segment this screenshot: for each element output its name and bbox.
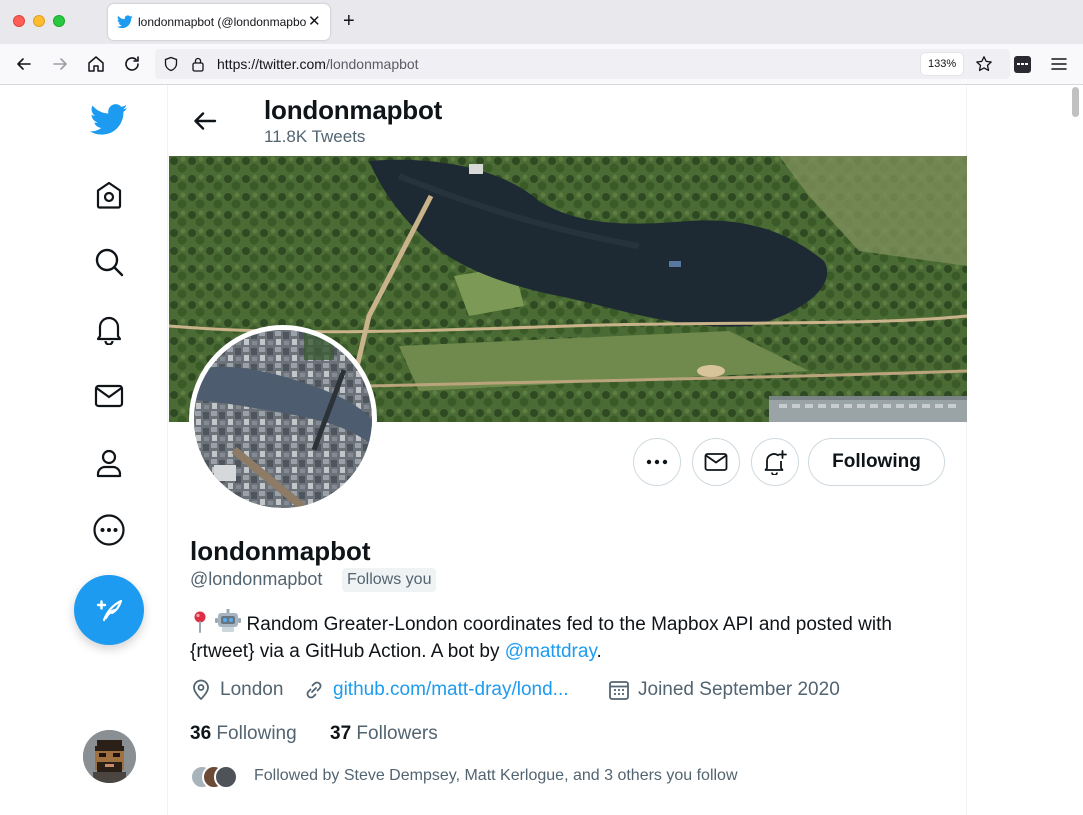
followed-by-text: Followed by Steve Dempsey, Matt Kerlogue… (254, 767, 738, 784)
bio-end: . (596, 641, 602, 662)
following-button[interactable]: Following (808, 438, 945, 486)
profile-icon (96, 449, 122, 478)
twitter-logo-icon (90, 104, 128, 135)
reload-icon[interactable] (122, 54, 142, 74)
nav-notifications[interactable] (88, 308, 130, 350)
url-path: /londonmapbot (325, 56, 419, 72)
page-scrollbar[interactable] (1068, 85, 1083, 815)
header-tweet-count: 11.8K Tweets (264, 127, 366, 146)
window-close-button[interactable] (13, 15, 25, 27)
following-count: 36 (190, 723, 212, 744)
location-text: London (220, 679, 284, 700)
more-horizontal-icon (646, 459, 668, 465)
lock-icon[interactable] (191, 56, 205, 72)
home-icon (96, 181, 122, 209)
tab-close-icon[interactable]: ✕ (308, 12, 321, 30)
shield-icon[interactable] (163, 56, 179, 72)
twitter-logo-link[interactable] (88, 99, 130, 141)
location-item: London (190, 679, 283, 701)
nav-home[interactable] (88, 174, 130, 216)
profile-display-name: londonmapbot (190, 536, 371, 566)
notification-add-icon (764, 450, 787, 475)
message-button[interactable] (692, 438, 740, 486)
robot-icon (215, 609, 242, 632)
forward-icon[interactable] (50, 54, 70, 74)
back-icon[interactable] (14, 54, 34, 74)
url-bar[interactable]: https://twitter.com/londonmapbot 133% (155, 49, 1010, 79)
home-browser-icon[interactable] (86, 54, 106, 74)
compose-tweet-icon (96, 599, 123, 622)
nav-explore[interactable] (88, 241, 130, 283)
followers-label: Followers (356, 723, 438, 744)
joined-text: Joined September 2020 (638, 679, 840, 700)
bio-mention-link[interactable]: @mattdray (505, 641, 597, 662)
location-icon (193, 679, 209, 700)
url-host: https://twitter.com (217, 56, 326, 72)
messages-icon (94, 384, 124, 408)
twitter-favicon-icon (117, 15, 133, 29)
following-label: Following (216, 723, 297, 744)
avatar-image (194, 330, 372, 508)
link-icon (306, 681, 322, 699)
nav-messages[interactable] (88, 375, 130, 417)
more-options-button[interactable] (633, 438, 681, 486)
account-avatar-image (83, 730, 136, 783)
browser-tab-active[interactable]: londonmapbot (@londonmapbot ✕ (108, 4, 330, 40)
profile-avatar[interactable] (189, 325, 377, 513)
follower-avatar (214, 765, 238, 789)
left-navigation (0, 85, 168, 815)
search-icon (95, 248, 124, 277)
scrollbar-thumb[interactable] (1072, 87, 1079, 117)
nav-more[interactable] (88, 509, 130, 551)
notify-button[interactable] (751, 438, 799, 486)
profile-handle: @londonmapbot (190, 569, 323, 589)
menu-icon[interactable] (1050, 56, 1068, 72)
following-stat[interactable]: 36 Following (190, 723, 297, 745)
window-minimize-button[interactable] (33, 15, 45, 27)
new-tab-icon[interactable]: + (343, 10, 355, 32)
extension-icon[interactable] (1014, 56, 1031, 73)
follows-you-badge: Follows you (342, 568, 437, 592)
tab-title: londonmapbot (@londonmapbot (138, 15, 306, 29)
nav-profile[interactable] (88, 442, 130, 484)
compose-tweet-button[interactable] (74, 575, 144, 645)
followers-count: 37 (330, 723, 352, 744)
url-text[interactable]: https://twitter.com/londonmapbot (217, 56, 419, 72)
mail-icon (704, 453, 728, 471)
website-item: github.com/matt-dray/lond... (303, 679, 569, 701)
profile-bio: Random Greater-London coordinates fed to… (190, 609, 950, 665)
profile-column: londonmapbot 11.8K Tweets Following lond… (169, 85, 967, 815)
notifications-icon (96, 316, 122, 345)
zoom-level-badge[interactable]: 133% (921, 53, 964, 75)
account-avatar[interactable] (83, 730, 136, 783)
back-arrow-icon[interactable] (191, 107, 219, 135)
joined-item: Joined September 2020 (608, 679, 840, 701)
browser-nav-bar: https://twitter.com/londonmapbot 133% (0, 44, 1083, 85)
window-zoom-button[interactable] (53, 15, 65, 27)
round-pushpin-icon (194, 611, 206, 633)
browser-tab-bar: londonmapbot (@londonmapbot ✕ + (0, 0, 1083, 44)
followers-stat[interactable]: 37 Followers (330, 723, 438, 745)
calendar-icon (609, 681, 629, 700)
twitter-page: londonmapbot 11.8K Tweets Following lond… (0, 85, 1083, 815)
more-icon (93, 514, 125, 546)
bookmark-star-icon[interactable] (975, 55, 993, 73)
header-name: londonmapbot (264, 95, 443, 125)
website-link[interactable]: github.com/matt-dray/lond... (333, 679, 569, 701)
